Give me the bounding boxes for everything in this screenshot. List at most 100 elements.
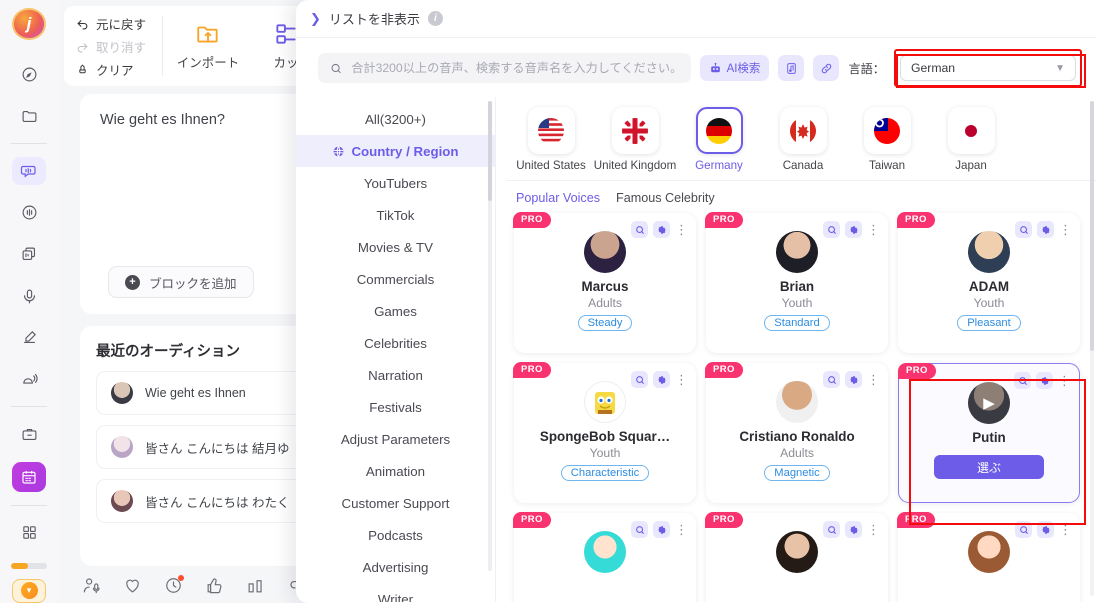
music-note-icon[interactable] [778, 55, 805, 81]
country-united-states[interactable]: United States [514, 107, 588, 172]
tab-popular-voices[interactable]: Popular Voices [516, 191, 600, 205]
settings-gear-icon[interactable] [1037, 521, 1054, 538]
category-item-advertising[interactable]: Advertising [296, 551, 495, 583]
hide-list-label[interactable]: リストを非表示 [329, 9, 420, 28]
more-options-icon[interactable]: ⋮ [675, 373, 688, 386]
avatar [776, 231, 818, 273]
discover-icon[interactable] [12, 61, 46, 89]
more-options-icon[interactable]: ⋮ [675, 523, 688, 536]
settings-gear-icon[interactable] [1036, 372, 1053, 389]
voice-card[interactable]: PRO ⋮ [897, 512, 1080, 602]
preview-search-icon[interactable] [631, 521, 648, 538]
search-input[interactable] [351, 61, 679, 75]
choose-button[interactable]: 選ぶ [934, 455, 1044, 479]
chevron-right-icon[interactable]: ❯ [310, 11, 321, 27]
voice-wave-icon[interactable] [12, 199, 46, 227]
more-options-icon[interactable]: ⋮ [675, 223, 688, 236]
play-icon[interactable]: ▶ [968, 382, 1010, 424]
voice-card[interactable]: PRO ⋮ Marcus Adults Steady [513, 212, 696, 353]
category-item-narration[interactable]: Narration [296, 359, 495, 391]
category-item-country-region[interactable]: Country / Region [296, 135, 495, 167]
ai-search-button[interactable]: AI検索 [699, 55, 770, 81]
category-item-celebrities[interactable]: Celebrities [296, 327, 495, 359]
microphone-icon[interactable] [12, 282, 46, 310]
category-item-animation[interactable]: Animation [296, 455, 495, 487]
person-mic-icon[interactable] [82, 576, 101, 595]
settings-gear-icon[interactable] [653, 221, 670, 238]
more-options-icon[interactable]: ⋮ [867, 523, 880, 536]
preview-search-icon[interactable] [823, 521, 840, 538]
category-item-adjust-parameters[interactable]: Adjust Parameters [296, 423, 495, 455]
more-options-icon[interactable]: ⋮ [867, 373, 880, 386]
voice-card[interactable]: PRO ⋮ [513, 512, 696, 602]
apps-grid-icon[interactable] [12, 519, 46, 547]
settings-gear-icon[interactable] [845, 221, 862, 238]
settings-gear-icon[interactable] [845, 521, 862, 538]
category-item-commercials[interactable]: Commercials [296, 263, 495, 295]
voice-card[interactable]: PRO ⋮ [705, 512, 888, 602]
tab-famous-celebrity[interactable]: Famous Celebrity [616, 191, 715, 205]
mic-edit-icon[interactable] [12, 324, 46, 352]
voice-card[interactable]: PRO ⋮ ADAM Youth Pleasant [897, 212, 1080, 353]
heart-icon[interactable] [123, 576, 142, 595]
country-label: United States [516, 159, 586, 172]
folder-icon[interactable] [12, 102, 46, 130]
category-item-games[interactable]: Games [296, 295, 495, 327]
language-value: German [911, 61, 956, 75]
layers-icon[interactable] [12, 241, 46, 269]
preview-search-icon[interactable] [631, 371, 648, 388]
preview-search-icon[interactable] [1014, 372, 1031, 389]
calendar-icon[interactable] [12, 462, 46, 492]
add-block-button[interactable]: + ブロックを追加 [108, 266, 254, 298]
country-taiwan[interactable]: Taiwan [850, 107, 924, 172]
settings-gear-icon[interactable] [653, 371, 670, 388]
category-scrollbar[interactable] [488, 101, 492, 571]
category-item-festivals[interactable]: Festivals [296, 391, 495, 423]
settings-gear-icon[interactable] [845, 371, 862, 388]
history-clock-icon[interactable] [164, 574, 184, 595]
voice-card-selected[interactable]: PRO ⋮ ▶ Putin 選ぶ [898, 363, 1080, 503]
category-item-all[interactable]: All(3200+) [296, 103, 495, 135]
category-item-writer[interactable]: Writer [296, 583, 495, 603]
category-item-customer-support[interactable]: Customer Support [296, 487, 495, 519]
more-options-icon[interactable]: ⋮ [867, 223, 880, 236]
country-united-kingdom[interactable]: United Kingdom [594, 107, 676, 172]
search-box[interactable] [318, 53, 691, 83]
upgrade-button[interactable]: ▾ [12, 578, 46, 603]
settings-gear-icon[interactable] [1037, 221, 1054, 238]
category-item-podcasts[interactable]: Podcasts [296, 519, 495, 551]
more-options-icon[interactable]: ⋮ [1059, 223, 1072, 236]
category-item-movies-tv[interactable]: Movies & TV [296, 231, 495, 263]
preview-search-icon[interactable] [823, 221, 840, 238]
voice-grid-scrollbar[interactable] [1090, 101, 1094, 596]
text-to-speech-icon[interactable] [12, 157, 46, 185]
voice-card[interactable]: PRO ⋮ Cristiano Ronaldo Adults Magnetic [705, 362, 888, 503]
preview-search-icon[interactable] [1015, 221, 1032, 238]
avatar[interactable]: j [12, 8, 46, 40]
undo-button[interactable]: 元に戻す [76, 13, 146, 34]
settings-gear-icon[interactable] [653, 521, 670, 538]
thumbs-up-icon[interactable] [205, 576, 224, 595]
voice-card[interactable]: PRO ⋮ [513, 362, 696, 503]
category-item-tiktok[interactable]: TikTok [296, 199, 495, 231]
preview-search-icon[interactable] [823, 371, 840, 388]
clear-button[interactable]: クリア [76, 59, 146, 80]
link-icon[interactable] [813, 55, 840, 81]
preview-search-icon[interactable] [1015, 521, 1032, 538]
briefcase-icon[interactable] [12, 420, 46, 448]
preview-search-icon[interactable] [631, 221, 648, 238]
more-options-icon[interactable]: ⋮ [1058, 374, 1071, 387]
country-germany[interactable]: Germany [682, 107, 756, 172]
category-item-youtubers[interactable]: YouTubers [296, 167, 495, 199]
bar-chart-icon[interactable] [246, 576, 265, 595]
country-japan[interactable]: Japan [934, 107, 1008, 172]
redo-button[interactable]: 取り消す [76, 36, 146, 57]
more-options-icon[interactable]: ⋮ [1059, 523, 1072, 536]
info-icon[interactable]: i [427, 11, 443, 26]
speaker-icon[interactable] [12, 366, 46, 394]
import-button[interactable]: インポート [169, 12, 247, 80]
avatar[interactable]: ▶ [968, 382, 1010, 424]
voice-card[interactable]: PRO ⋮ Brian Youth Standard [705, 212, 888, 353]
country-canada[interactable]: Canada [766, 107, 840, 172]
language-select[interactable]: German ▼ [900, 55, 1076, 81]
